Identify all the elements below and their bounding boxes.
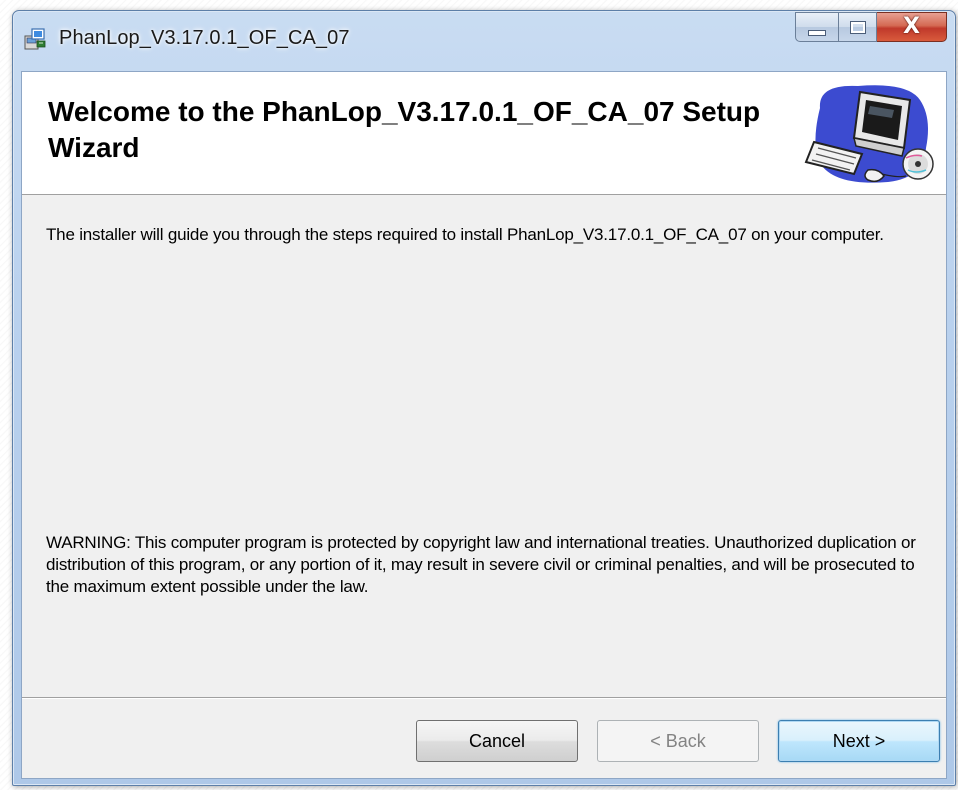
maximize-button[interactable] [839,12,877,42]
minimize-button[interactable] [795,12,839,42]
wizard-banner: Welcome to the PhanLop_V3.17.0.1_OF_CA_0… [22,72,946,195]
back-button[interactable]: < Back [597,720,759,762]
minimize-icon [808,30,826,36]
footer-divider [22,697,946,699]
copyright-warning-text: WARNING: This computer program is protec… [46,533,916,596]
wizard-title: Welcome to the PhanLop_V3.17.0.1_OF_CA_0… [48,96,761,163]
setup-wizard-window: PhanLop_V3.17.0.1_OF_CA_07 X Welcome to … [12,10,956,786]
next-button[interactable]: Next > [778,720,940,762]
close-button[interactable]: X [877,12,947,42]
close-icon: X [903,14,920,39]
intro-text: The installer will guide you through the… [46,225,884,244]
title-bar[interactable]: PhanLop_V3.17.0.1_OF_CA_07 X [13,11,955,71]
cancel-button[interactable]: Cancel [416,720,578,762]
maximize-icon [849,20,866,34]
installer-package-icon [23,27,47,51]
wizard-client-area: Welcome to the PhanLop_V3.17.0.1_OF_CA_0… [21,71,947,779]
window-title: PhanLop_V3.17.0.1_OF_CA_07 [59,27,350,49]
computer-setup-icon [798,78,938,188]
caption-buttons: X [795,12,947,46]
